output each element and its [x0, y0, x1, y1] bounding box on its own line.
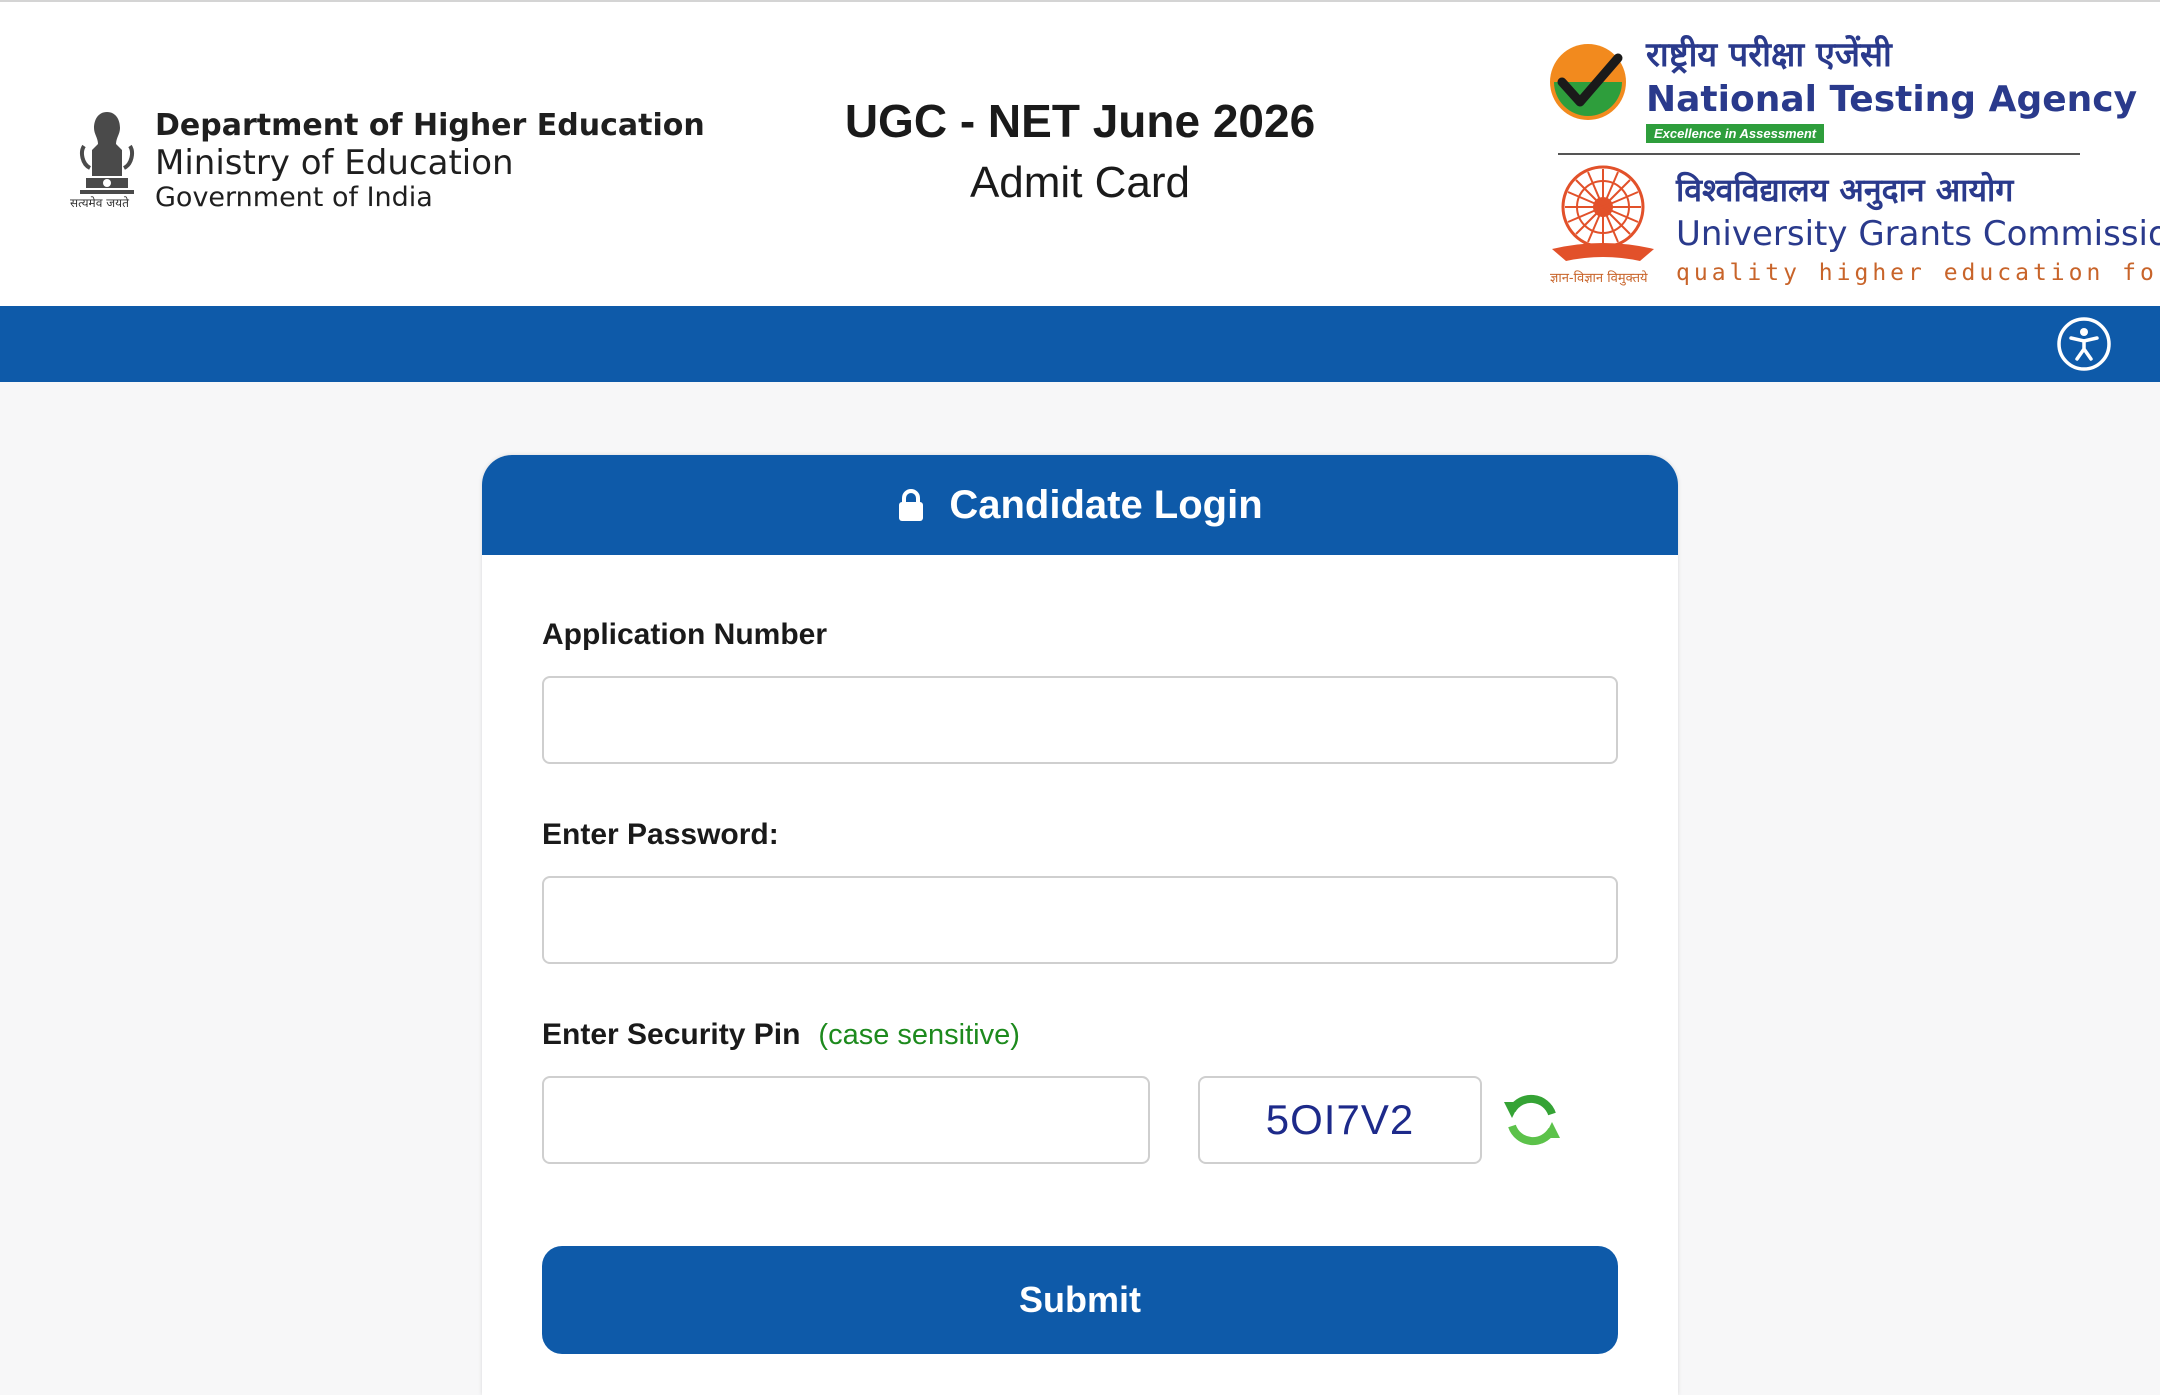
- security-pin-input[interactable]: [544, 1078, 1148, 1162]
- page-title: UGC - NET June 2026: [844, 95, 1316, 147]
- case-sensitive-hint: (case sensitive): [818, 1019, 1020, 1051]
- refresh-icon[interactable]: [1500, 1088, 1564, 1152]
- ugc-tagline: quality higher education for all: [1676, 260, 2160, 286]
- login-title: Candidate Login: [949, 482, 1263, 527]
- ugc-text-block: विश्वविद्यालय अनुदान आयोग University Gra…: [1676, 168, 2160, 290]
- site-header: सत्यमेव जयते Department of Higher Educat…: [0, 2, 2160, 306]
- security-pin-field[interactable]: [542, 1076, 1150, 1164]
- password-label: Enter Password:: [542, 818, 779, 851]
- login-card: Candidate Login Application Number Enter…: [482, 455, 1678, 1395]
- navigation-bar: [0, 306, 2160, 382]
- application-number-label: Application Number: [542, 618, 828, 651]
- ugc-hindi-name: विश्वविद्यालय अनुदान आयोग: [1676, 171, 2014, 209]
- password-input[interactable]: [544, 878, 1616, 962]
- ugc-english-name: University Grants Commission: [1676, 214, 2160, 254]
- application-number-field[interactable]: [542, 676, 1618, 764]
- lock-icon: [899, 489, 924, 521]
- page-subtitle: Admit Card: [969, 158, 1191, 207]
- logo-divider: [1558, 153, 2080, 155]
- login-card-header: Candidate Login: [482, 455, 1678, 555]
- security-pin-label-text: Enter Security Pin: [542, 1018, 801, 1051]
- ministry-name: Ministry of Education: [155, 143, 514, 183]
- nta-text-block: राष्ट्रीय परीक्षा एजेंसी National Testin…: [1646, 32, 2137, 143]
- security-pin-label: Enter Security Pin (case sensitive): [542, 1018, 1020, 1052]
- password-field[interactable]: [542, 876, 1618, 964]
- nta-tagline: Excellence in Assessment: [1646, 124, 1825, 143]
- nta-english-name: National Testing Agency: [1646, 79, 2138, 120]
- page-title-block: UGC - NET June 2026 Admit Card: [780, 92, 1380, 216]
- submit-button[interactable]: Submit: [542, 1246, 1618, 1354]
- nta-hindi-name: राष्ट्रीय परीक्षा एजेंसी: [1646, 35, 1892, 75]
- government-name: Government of India: [155, 182, 433, 213]
- accessibility-icon[interactable]: [2056, 316, 2112, 372]
- department-block: Department of Higher Education Ministry …: [155, 107, 705, 215]
- emblem-motto: सत्यमेव जयते: [70, 196, 129, 210]
- nta-logo-icon: [1550, 44, 1626, 120]
- captcha-image: 5OI7V2: [1198, 1076, 1482, 1164]
- department-name: Department of Higher Education: [155, 108, 705, 143]
- application-number-input[interactable]: [544, 678, 1616, 762]
- ugc-emblem-motto: ज्ञान-विज्ञान विमुक्तये: [1550, 271, 1648, 286]
